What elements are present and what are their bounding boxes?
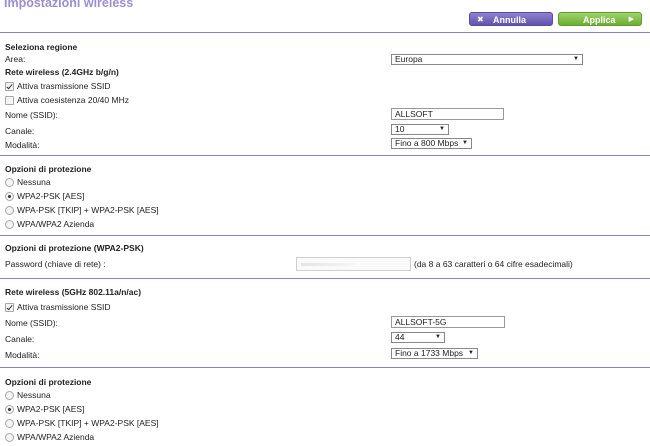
coexistence-label: Attiva coesistenza 20/40 MHz (17, 95, 129, 105)
wireless-5-heading: Rete wireless (5GHz 802.11a/n/ac) (5, 287, 142, 297)
close-icon: ✖ (477, 15, 484, 24)
mode-5-select[interactable]: Fino a 1733 Mbps ▼ (391, 348, 478, 359)
chevron-down-icon: ▼ (435, 334, 441, 340)
divider (0, 32, 650, 33)
divider (0, 235, 650, 236)
chevron-down-icon: ▼ (462, 140, 468, 146)
channel-24-select[interactable]: 10 ▼ (391, 124, 449, 135)
mode-5-select-value: Fino a 1733 Mbps (395, 348, 464, 358)
security-5-option-label: WPA/WPA2 Azienda (17, 432, 95, 442)
divider (0, 278, 650, 279)
ssid-broadcast-5-label: Attiva trasmissione SSID (17, 302, 111, 312)
apply-button[interactable]: Applica ▶ (558, 12, 642, 26)
wireless-24-heading: Rete wireless (2.4GHz b/g/n) (5, 67, 119, 77)
password-label: Password (chiave di rete) : (5, 259, 106, 269)
channel-24-label: Canale: (5, 126, 35, 136)
wpa2-psk-heading: Opzioni di protezione (WPA2-PSK) (5, 243, 144, 253)
ssid-24-input[interactable]: ALLSOFT (391, 108, 504, 120)
mode-24-select[interactable]: Fino a 800 Mbps ▼ (391, 138, 472, 149)
page-title: Impostazioni wireless (4, 0, 134, 10)
security-24-option-label: WPA-PSK [TKIP] + WPA2-PSK [AES] (17, 205, 159, 215)
security-24-radio-none[interactable] (5, 178, 14, 187)
security-24-option-label: Nessuna (17, 177, 51, 187)
security-5-heading: Opzioni di protezione (5, 377, 92, 387)
channel-5-select-value: 44 (395, 332, 405, 342)
security-24-heading: Opzioni di protezione (5, 164, 92, 174)
security-5-option-label: WPA-PSK [TKIP] + WPA2-PSK [AES] (17, 418, 159, 428)
arrow-right-icon: ▶ (628, 16, 634, 23)
ssid-broadcast-24-label: Attiva trasmissione SSID (17, 81, 111, 91)
password-input[interactable] (296, 257, 411, 271)
ssid-5-input[interactable]: ALLSOFT-5G (391, 316, 505, 328)
area-select[interactable]: Europa ▼ (391, 54, 583, 65)
divider (0, 155, 650, 156)
password-mask (301, 263, 356, 266)
chevron-down-icon: ▼ (468, 350, 474, 356)
mode-24-select-value: Fino a 800 Mbps (395, 138, 459, 148)
security-5-radio-none[interactable] (5, 391, 14, 400)
security-5-option-label: Nessuna (17, 390, 51, 400)
security-24-radio-wpa-wpa2-psk[interactable] (5, 206, 14, 215)
cancel-button[interactable]: ✖ Annulla (469, 12, 553, 26)
security-24-radio-enterprise[interactable] (5, 220, 14, 229)
ssid-5-label: Nome (SSID): (5, 318, 58, 328)
area-select-value: Europa (395, 54, 423, 64)
security-5-radio-enterprise[interactable] (5, 433, 14, 442)
divider (0, 367, 650, 368)
security-5-radio-wpa2-psk[interactable] (5, 405, 14, 414)
channel-5-select[interactable]: 44 ▼ (391, 332, 445, 343)
coexistence-checkbox[interactable] (5, 96, 14, 105)
security-5-option-label: WPA2-PSK [AES] (17, 404, 85, 414)
mode-24-label: Modalità: (5, 140, 40, 150)
chevron-down-icon: ▼ (573, 56, 579, 62)
channel-5-label: Canale: (5, 334, 35, 344)
area-label: Area: (5, 54, 26, 64)
cancel-button-label: Annulla (493, 15, 526, 25)
ssid-broadcast-5-checkbox[interactable] (5, 303, 14, 312)
ssid-broadcast-24-checkbox[interactable] (5, 82, 14, 91)
security-5-radio-wpa-wpa2-psk[interactable] (5, 419, 14, 428)
region-heading: Seleziona regione (5, 42, 78, 52)
chevron-down-icon: ▼ (439, 126, 445, 132)
security-24-option-label: WPA/WPA2 Azienda (17, 219, 95, 229)
security-24-option-label: WPA2-PSK [AES] (17, 191, 85, 201)
channel-24-select-value: 10 (395, 124, 405, 134)
password-hint: (da 8 a 63 caratteri o 64 cifre esadecim… (414, 259, 573, 269)
mode-5-label: Modalità: (5, 350, 40, 360)
ssid-24-label: Nome (SSID): (5, 110, 58, 120)
security-24-radio-wpa2-psk[interactable] (5, 192, 14, 201)
apply-button-label: Applica (583, 15, 616, 25)
